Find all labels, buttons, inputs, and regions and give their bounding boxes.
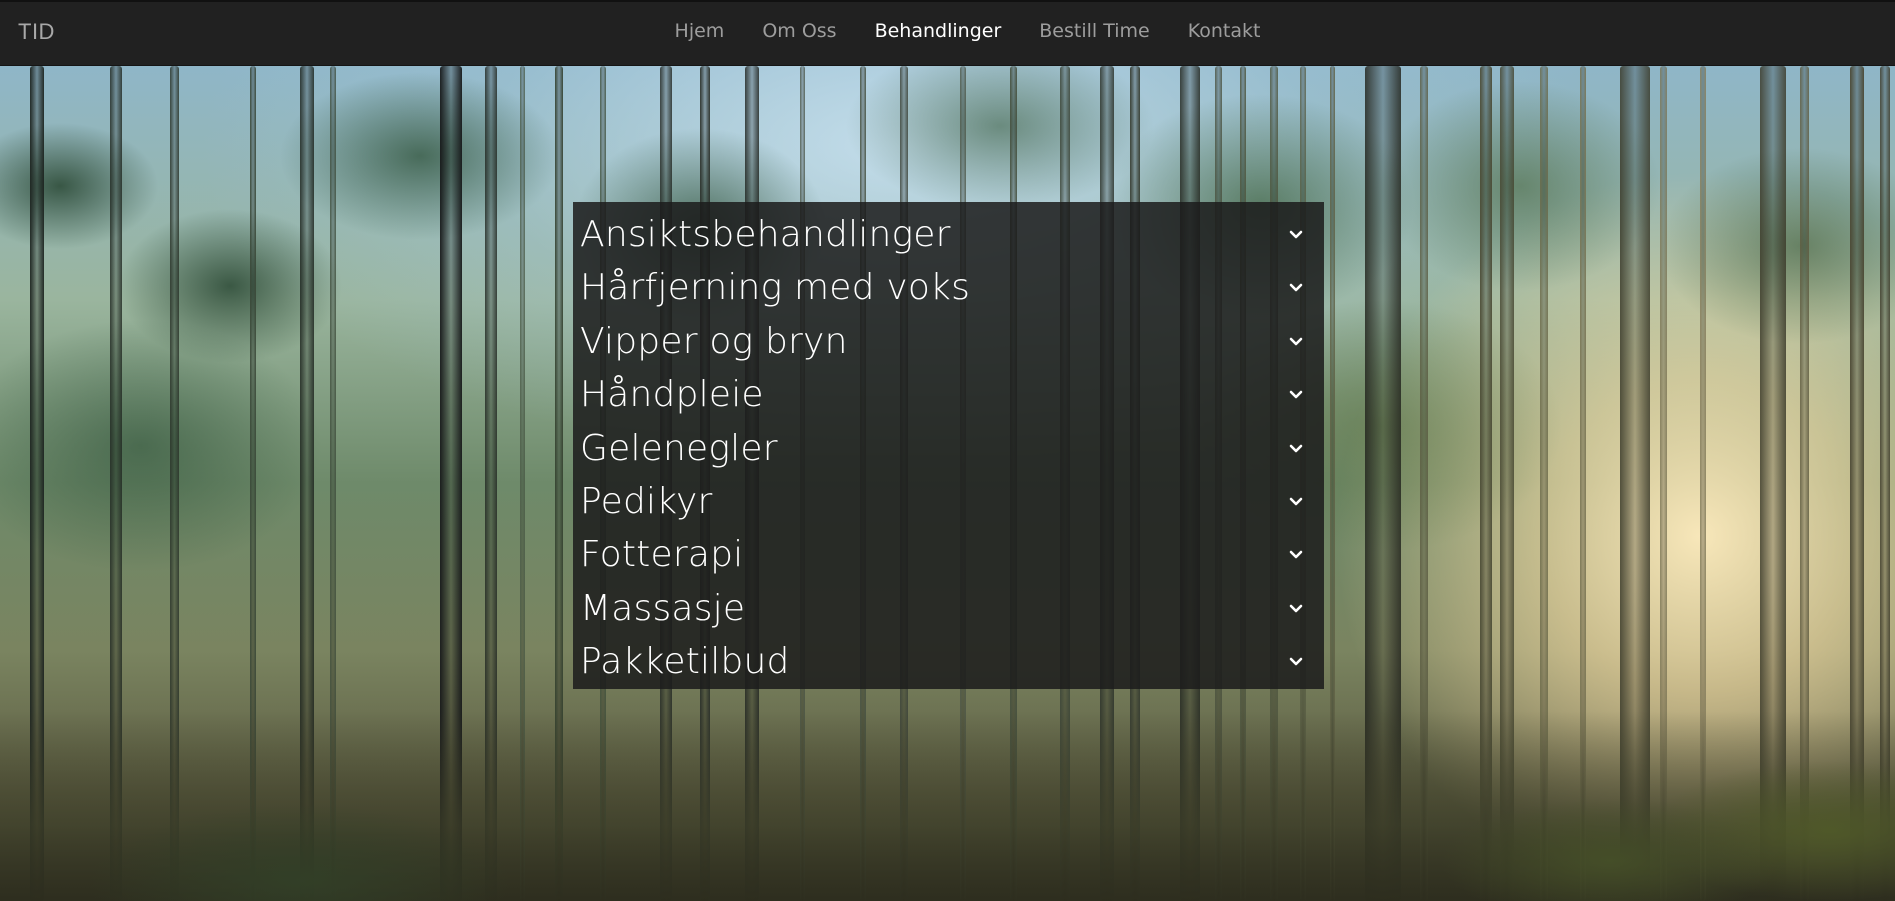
nav-link-hjem[interactable]: Hjem bbox=[675, 16, 725, 46]
accordion-item-label: Massasje bbox=[580, 587, 746, 629]
forest-ground bbox=[0, 711, 1895, 901]
page: TID Hjem Om Oss Behandlinger Bestill Tim… bbox=[0, 0, 1895, 901]
chevron-down-icon[interactable] bbox=[1288, 601, 1304, 617]
accordion-item-harfjerning-med-voks[interactable]: Hårfjerning med voks bbox=[573, 264, 1324, 317]
accordion-item-label: Hårfjerning med voks bbox=[580, 267, 971, 309]
main-nav: Hjem Om Oss Behandlinger Bestill Time Ko… bbox=[0, 16, 1895, 46]
accordion-item-pedikyr[interactable]: Pedikyr bbox=[573, 478, 1324, 531]
chevron-down-icon[interactable] bbox=[1288, 547, 1304, 563]
accordion-item-label: Pakketilbud bbox=[580, 641, 790, 683]
accordion-item-label: Pedikyr bbox=[580, 480, 713, 522]
nav-link-om-oss[interactable]: Om Oss bbox=[762, 16, 836, 46]
accordion-item-label: Gelenegler bbox=[580, 427, 778, 469]
nav-link-kontakt[interactable]: Kontakt bbox=[1188, 16, 1261, 46]
accordion-item-label: Vipper og bryn bbox=[580, 320, 848, 362]
accordion-item-fotterapi[interactable]: Fotterapi bbox=[573, 531, 1324, 584]
accordion-item-pakketilbud[interactable]: Pakketilbud bbox=[573, 638, 1324, 691]
top-navbar: TID Hjem Om Oss Behandlinger Bestill Tim… bbox=[0, 0, 1895, 66]
nav-link-behandlinger[interactable]: Behandlinger bbox=[875, 16, 1002, 46]
nav-link-bestill-time[interactable]: Bestill Time bbox=[1039, 16, 1149, 46]
chevron-down-icon[interactable] bbox=[1288, 387, 1304, 403]
accordion-item-gelenegler[interactable]: Gelenegler bbox=[573, 425, 1324, 478]
chevron-down-icon[interactable] bbox=[1288, 280, 1304, 296]
treatments-accordion: Ansiktsbehandlinger Hårfjerning med voks… bbox=[573, 202, 1324, 689]
chevron-down-icon[interactable] bbox=[1288, 334, 1304, 350]
accordion-item-label: Håndpleie bbox=[580, 374, 764, 416]
accordion-item-vipper-og-bryn[interactable]: Vipper og bryn bbox=[573, 318, 1324, 371]
accordion-item-handpleie[interactable]: Håndpleie bbox=[573, 371, 1324, 424]
accordion-item-ansiktsbehandlinger[interactable]: Ansiktsbehandlinger bbox=[573, 211, 1324, 264]
chevron-down-icon[interactable] bbox=[1288, 494, 1304, 510]
accordion-item-massasje[interactable]: Massasje bbox=[573, 585, 1324, 638]
chevron-down-icon[interactable] bbox=[1288, 227, 1304, 243]
chevron-down-icon[interactable] bbox=[1288, 654, 1304, 670]
accordion-item-label: Ansiktsbehandlinger bbox=[580, 214, 951, 255]
accordion-item-label: Fotterapi bbox=[580, 534, 744, 576]
chevron-down-icon[interactable] bbox=[1288, 441, 1304, 457]
